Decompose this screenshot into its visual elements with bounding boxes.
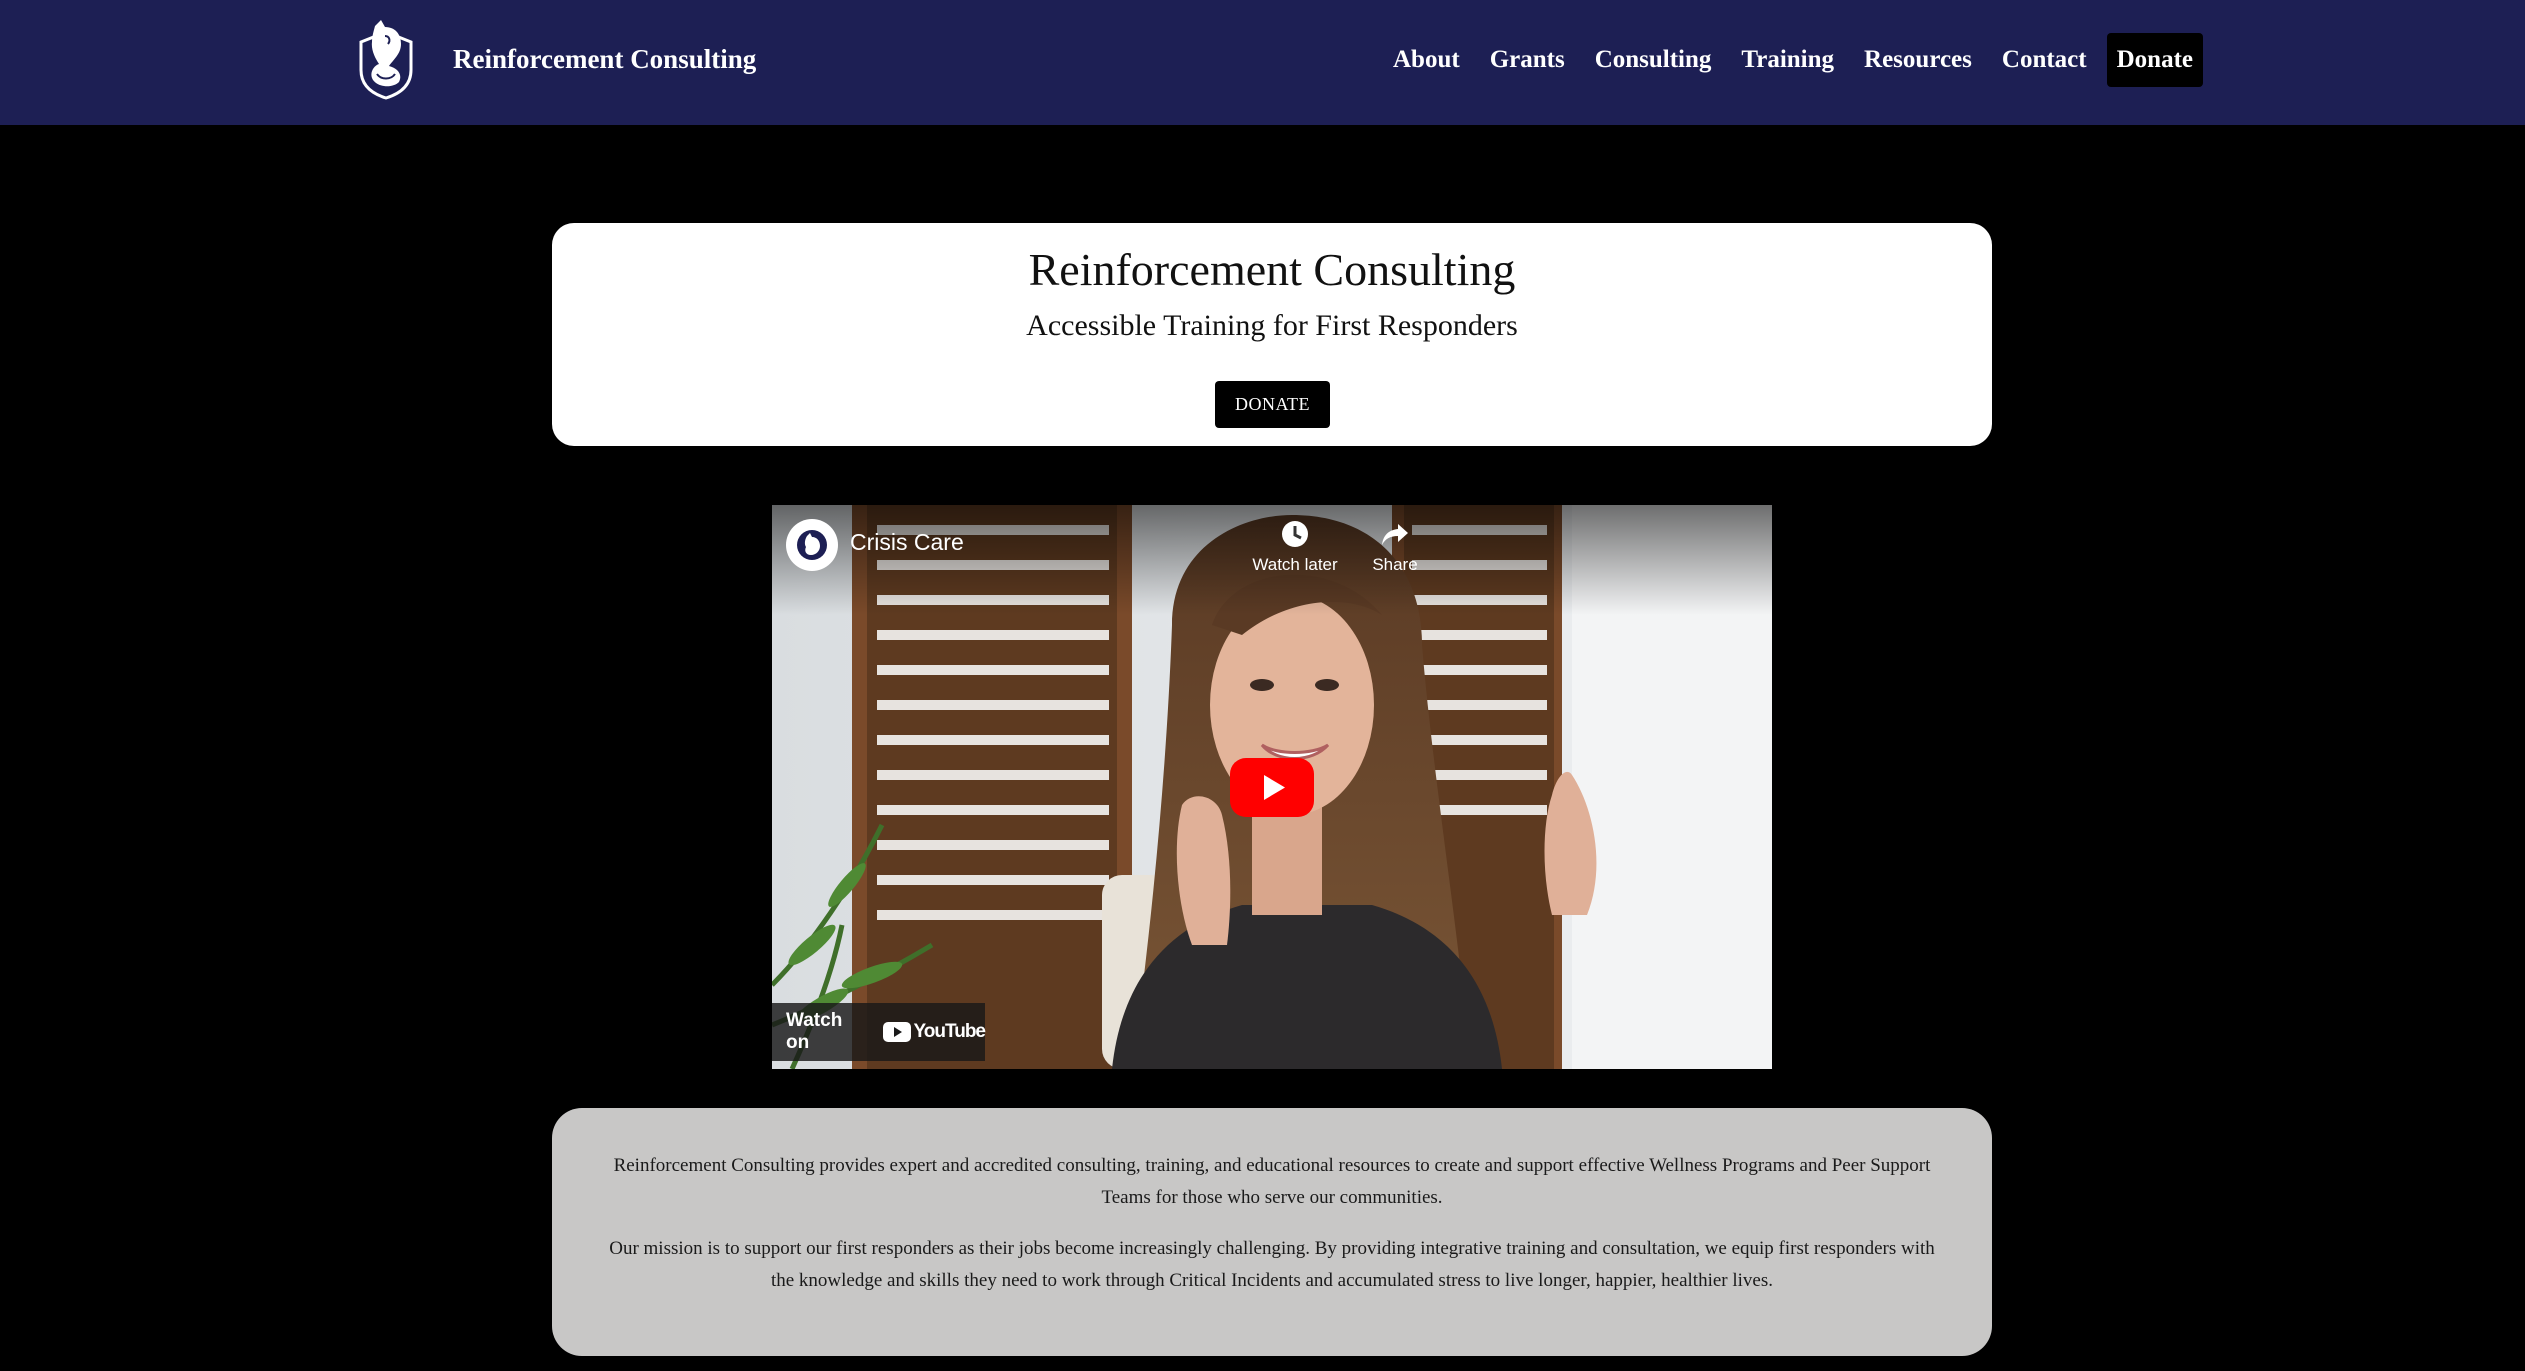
watch-later-label: Watch later [1252,555,1338,574]
channel-avatar[interactable] [786,519,838,571]
shield-fox-logo-icon [359,20,413,100]
brand-name: Reinforcement Consulting [453,43,757,74]
hero-donate-button[interactable]: DONATE [1215,381,1330,428]
share-icon [1382,524,1408,545]
mission-paragraph-1: Reinforcement Consulting provides expert… [613,1155,1931,1208]
nav-donate-button[interactable]: Donate [2106,33,2203,87]
hero-card: Reinforcement Consulting Accessible Trai… [552,223,1992,446]
channel-logo-icon [797,530,827,560]
video-title[interactable]: Crisis Care [850,529,964,556]
youtube-wordmark: YouTube [913,1021,986,1042]
share-label: Share [1372,555,1418,574]
brand-link[interactable]: Reinforcement Consulting [355,18,756,100]
nav-about[interactable]: About [1393,46,1460,74]
nav-contact[interactable]: Contact [2002,46,2087,74]
youtube-play-icon [882,1022,911,1042]
video-embed[interactable]: Crisis Care Watch later Share Watch on Y… [772,505,1772,1069]
play-icon[interactable] [1230,758,1314,817]
nav-grants[interactable]: Grants [1490,46,1565,74]
nav-resources[interactable]: Resources [1864,46,1972,74]
mission-card: Reinforcement Consulting provides expert… [552,1108,1992,1356]
nav-training[interactable]: Training [1741,46,1834,74]
nav-consulting[interactable]: Consulting [1595,46,1712,74]
hero-title: Reinforcement Consulting [1028,244,1516,295]
site-header: Reinforcement Consulting About Grants Co… [0,0,2525,125]
watch-on-youtube-button[interactable]: Watch on YouTube [772,1003,986,1061]
youtube-logo-icon: YouTube [882,1021,986,1043]
main-nav: About Grants Consulting Training Resourc… [1363,32,2203,88]
watch-on-label: Watch on [786,1010,843,1053]
clock-icon [1282,521,1308,547]
hero-subtitle: Accessible Training for First Responders [1026,309,1518,342]
share-button[interactable]: Share [1345,519,1445,575]
mission-paragraph-2: Our mission is to support our first resp… [609,1238,1935,1291]
watch-later-button[interactable]: Watch later [1245,519,1345,575]
